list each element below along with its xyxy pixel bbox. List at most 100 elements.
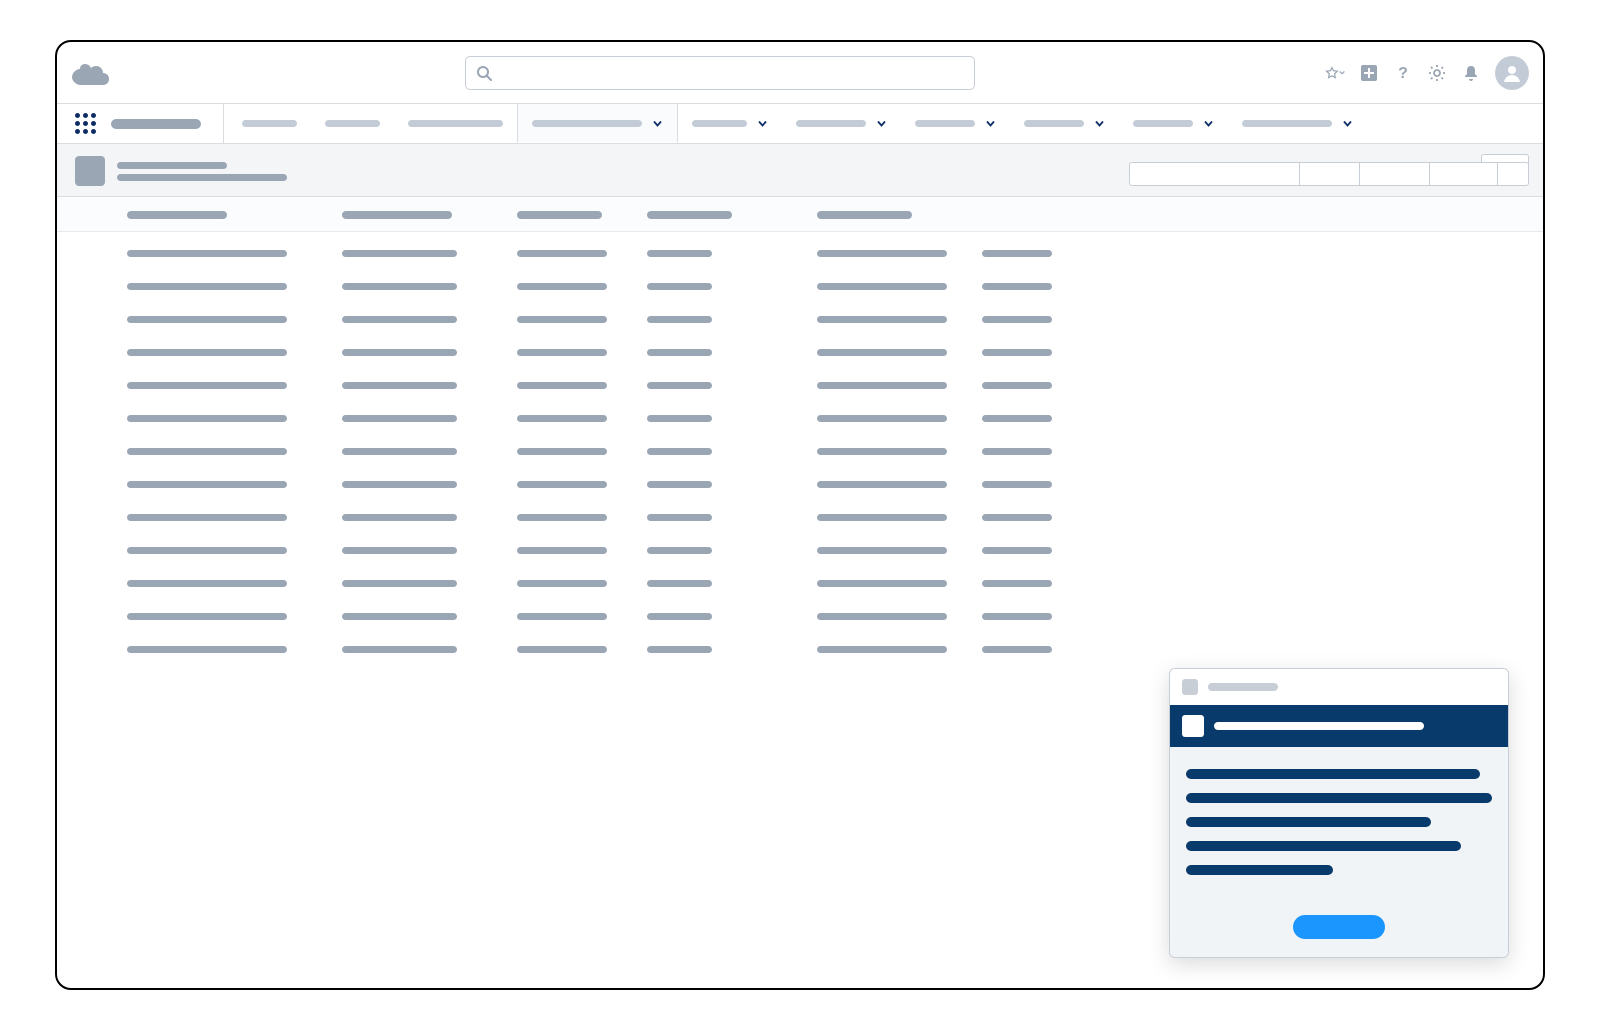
table-row[interactable] xyxy=(127,283,1525,290)
cell xyxy=(342,547,457,554)
panel-title-band[interactable] xyxy=(1170,705,1508,747)
add-icon[interactable] xyxy=(1359,63,1379,83)
panel-footer xyxy=(1170,893,1508,957)
chevron-down-icon[interactable] xyxy=(1094,118,1105,129)
cell xyxy=(517,448,607,455)
nav-tab-0[interactable] xyxy=(228,104,311,143)
chevron-down-icon[interactable] xyxy=(652,118,663,129)
nav-tab-5[interactable] xyxy=(782,104,901,143)
cell xyxy=(517,415,607,422)
cell xyxy=(517,349,607,356)
table-row[interactable] xyxy=(127,316,1525,323)
panel-header-label xyxy=(1208,683,1278,691)
col-header-2[interactable] xyxy=(342,211,452,219)
utility-panel xyxy=(1169,668,1509,958)
table-row[interactable] xyxy=(127,613,1525,620)
col-header-3[interactable] xyxy=(517,211,602,219)
chevron-down-icon xyxy=(1339,69,1345,77)
header-btn-2[interactable] xyxy=(1300,163,1360,185)
table-row[interactable] xyxy=(127,415,1525,422)
settings-icon[interactable] xyxy=(1427,63,1447,83)
cell xyxy=(817,613,947,620)
chevron-down-icon[interactable] xyxy=(876,118,887,129)
cell xyxy=(342,250,457,257)
nav-tab-label xyxy=(242,120,297,127)
cell xyxy=(517,250,607,257)
nav-tab-1[interactable] xyxy=(311,104,394,143)
table-row[interactable] xyxy=(127,448,1525,455)
chevron-down-icon[interactable] xyxy=(985,118,996,129)
app-launcher[interactable] xyxy=(67,104,103,143)
cell xyxy=(127,250,287,257)
cell xyxy=(817,646,947,653)
nav-tab-6[interactable] xyxy=(901,104,1010,143)
global-actions: ? xyxy=(1325,56,1529,90)
cell xyxy=(127,283,287,290)
table-row[interactable] xyxy=(127,250,1525,257)
nav-tab-8[interactable] xyxy=(1119,104,1228,143)
favorite-icon[interactable] xyxy=(1325,63,1345,83)
help-icon[interactable]: ? xyxy=(1393,63,1413,83)
cell xyxy=(982,382,1052,389)
cell xyxy=(127,382,287,389)
table-row[interactable] xyxy=(127,580,1525,587)
col-header-5[interactable] xyxy=(817,211,912,219)
panel-header-icon xyxy=(1182,679,1198,695)
cell xyxy=(127,646,287,653)
table-row[interactable] xyxy=(127,349,1525,356)
global-search[interactable] xyxy=(465,56,975,90)
cell xyxy=(817,415,947,422)
salesforce-logo[interactable] xyxy=(71,58,115,88)
panel-line xyxy=(1186,817,1431,827)
table-row[interactable] xyxy=(127,481,1525,488)
avatar[interactable] xyxy=(1495,56,1529,90)
nav-tab-label xyxy=(1133,120,1193,127)
cell xyxy=(817,547,947,554)
panel-primary-button[interactable] xyxy=(1293,915,1385,939)
cell xyxy=(982,580,1052,587)
cell xyxy=(517,613,607,620)
cell xyxy=(342,580,457,587)
nav-tab-3[interactable] xyxy=(517,103,678,143)
global-header: ? xyxy=(57,42,1543,104)
page-title xyxy=(117,174,287,181)
cell xyxy=(342,448,457,455)
cell xyxy=(127,448,287,455)
notifications-icon[interactable] xyxy=(1461,63,1481,83)
nav-tab-2[interactable] xyxy=(394,104,517,143)
cell xyxy=(647,580,712,587)
table-row[interactable] xyxy=(127,514,1525,521)
table-row[interactable] xyxy=(127,382,1525,389)
cell xyxy=(647,382,712,389)
col-header-4[interactable] xyxy=(647,211,732,219)
object-icon xyxy=(75,156,105,186)
header-btn-1[interactable] xyxy=(1130,163,1300,185)
nav-tab-4[interactable] xyxy=(678,104,782,143)
panel-header[interactable] xyxy=(1170,669,1508,705)
cell xyxy=(647,250,712,257)
header-btn-3[interactable] xyxy=(1360,163,1430,185)
chevron-down-icon[interactable] xyxy=(757,118,768,129)
nav-tab-7[interactable] xyxy=(1010,104,1119,143)
nav-tab-9[interactable] xyxy=(1228,104,1367,143)
cell xyxy=(982,283,1052,290)
panel-band-icon xyxy=(1182,715,1204,737)
header-btn-5[interactable] xyxy=(1498,163,1528,185)
table-row[interactable] xyxy=(127,646,1525,653)
cell xyxy=(647,514,712,521)
cell xyxy=(647,613,712,620)
cell xyxy=(982,547,1052,554)
cell xyxy=(127,514,287,521)
table-row[interactable] xyxy=(127,547,1525,554)
cell xyxy=(127,316,287,323)
cell xyxy=(817,448,947,455)
cell xyxy=(127,481,287,488)
header-btn-4[interactable] xyxy=(1430,163,1498,185)
chevron-down-icon[interactable] xyxy=(1342,118,1353,129)
cell xyxy=(647,415,712,422)
data-rows xyxy=(57,232,1543,653)
col-header-1[interactable] xyxy=(127,211,227,219)
chevron-down-icon[interactable] xyxy=(1203,118,1214,129)
panel-band-label xyxy=(1214,722,1424,730)
panel-line xyxy=(1186,865,1333,875)
